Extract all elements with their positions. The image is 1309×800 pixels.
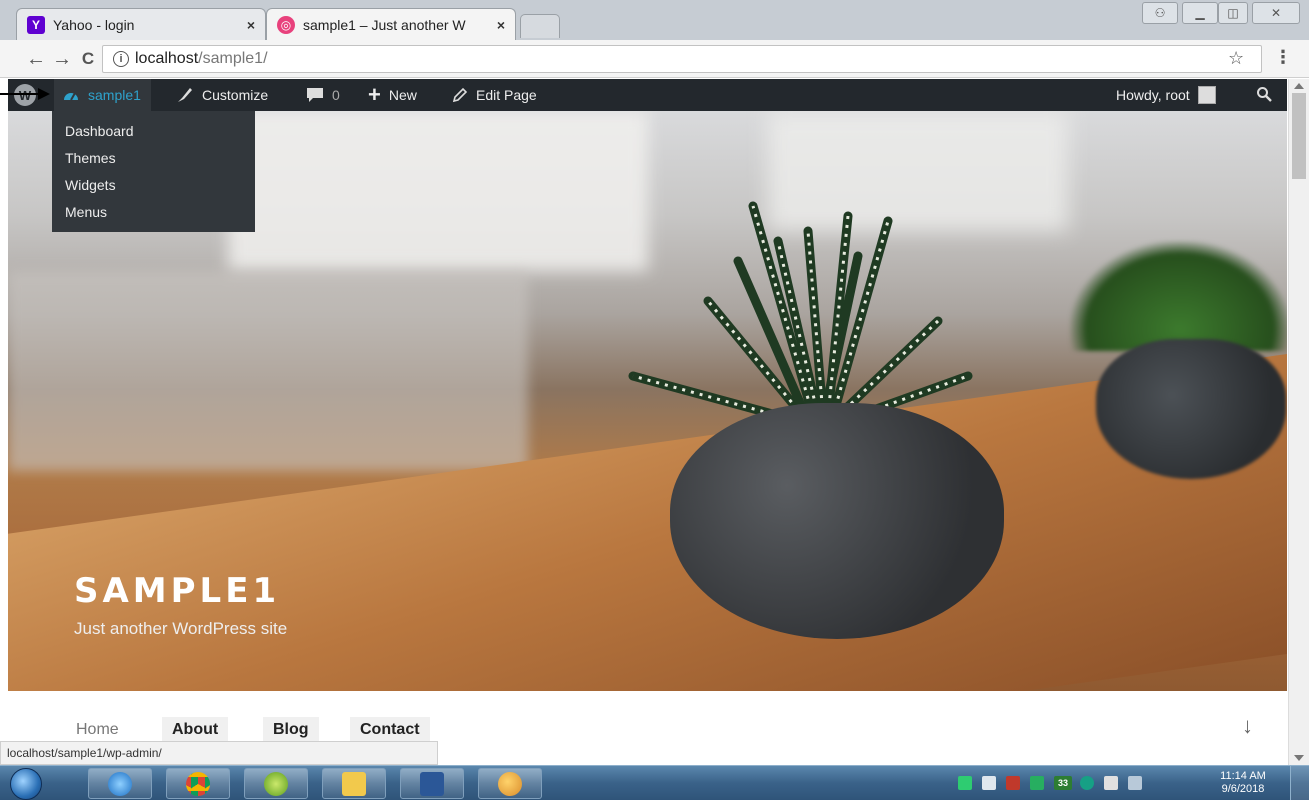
paintbrush-icon — [176, 87, 194, 103]
show-desktop-button[interactable] — [1290, 766, 1309, 800]
annotation-arrow-head — [38, 88, 50, 100]
site-navigation: Home About Blog Contact ↓ — [8, 691, 1287, 743]
yahoo-icon: Y — [27, 15, 45, 34]
browser-toolbar: ← → C i localhost /sample1/ ☆ ⋮ — [0, 40, 1309, 78]
comments-count: 0 — [332, 87, 340, 103]
new-label: New — [388, 87, 417, 103]
close-window-button[interactable]: ✕ — [1252, 2, 1300, 24]
tab-strip: Y Yahoo - login × ◎ sample1 – Just anoth… — [0, 0, 1309, 40]
howdy-label: Howdy, root — [1116, 87, 1190, 103]
chrome-icon — [186, 771, 210, 796]
folder-icon — [342, 771, 366, 796]
tab-title: sample1 – Just another W — [303, 16, 466, 33]
taskbar-app-green[interactable] — [244, 768, 308, 799]
system-clock[interactable]: 11:14 AM 9/6/2018 — [1208, 770, 1278, 796]
nav-item-home[interactable]: Home — [66, 717, 129, 743]
nav-item-about[interactable]: About — [162, 717, 229, 743]
dashboard-gauge-icon — [62, 88, 80, 102]
wordpress-site-icon: ◎ — [277, 15, 295, 34]
nav-item-contact[interactable]: Contact — [350, 717, 430, 743]
tray-counter-badge[interactable]: 33 — [1054, 776, 1072, 790]
page-scrollbar[interactable] — [1288, 79, 1309, 765]
tab-title: Yahoo - login — [53, 16, 135, 33]
maximize-button[interactable]: ◫ — [1218, 2, 1248, 24]
customize-label: Customize — [202, 87, 269, 103]
address-path: /sample1/ — [198, 50, 268, 67]
windows-taskbar: 33 11:14 AM 9/6/2018 — [0, 765, 1309, 800]
clock-time: 11:14 AM — [1220, 770, 1266, 782]
dropdown-item-widgets[interactable]: Widgets — [52, 173, 255, 200]
address-host: localhost — [135, 50, 199, 67]
app-green-icon — [264, 771, 288, 796]
wp-admin-bar: W sample1 Customize 0 + New Edit Page Ho… — [8, 79, 1287, 111]
new-content-menu[interactable]: + New — [368, 79, 417, 111]
word-document-icon — [420, 771, 444, 796]
tab-yahoo-login[interactable]: Y Yahoo - login × — [16, 8, 266, 40]
site-name-label: sample1 — [88, 87, 141, 103]
nav-item-blog[interactable]: Blog — [263, 717, 319, 743]
internet-explorer-icon — [108, 771, 132, 796]
pencil-icon — [452, 87, 468, 103]
clock-date: 9/6/2018 — [1221, 783, 1265, 795]
site-title[interactable]: SAMPLE1 — [74, 571, 280, 611]
admin-search-button[interactable] — [1256, 79, 1272, 111]
paint-palette-icon — [498, 771, 522, 796]
taskbar-paint[interactable] — [478, 768, 542, 799]
reload-button[interactable]: C — [76, 47, 100, 71]
user-profile-button[interactable]: ⚇ — [1142, 2, 1178, 24]
customize-link[interactable]: Customize — [176, 79, 268, 111]
scrollbar-thumb[interactable] — [1292, 93, 1306, 179]
taskbar-file-explorer[interactable] — [322, 768, 386, 799]
tab-sample1[interactable]: ◎ sample1 – Just another W × — [266, 8, 516, 40]
site-name-dropdown: Dashboard Themes Widgets Menus — [52, 111, 255, 232]
address-bar[interactable]: i localhost /sample1/ — [102, 45, 1262, 73]
dropdown-item-menus[interactable]: Menus — [52, 200, 255, 227]
dropdown-item-dashboard[interactable]: Dashboard — [52, 119, 255, 146]
taskbar-internet-explorer[interactable] — [88, 768, 152, 799]
tab-close-icon[interactable]: × — [497, 17, 505, 33]
annotation-arrow-line — [0, 93, 40, 95]
site-tagline: Just another WordPress site — [74, 619, 288, 638]
back-button[interactable]: ← — [24, 47, 48, 71]
tray-volume-icon[interactable] — [1128, 776, 1142, 790]
taskbar-word[interactable] — [400, 768, 464, 799]
edit-page-link[interactable]: Edit Page — [452, 79, 537, 111]
browser-menu-icon[interactable]: ⋮ — [1274, 47, 1292, 68]
scroll-down-arrow-icon[interactable]: ↓ — [1242, 713, 1253, 739]
status-bar-url: localhost/sample1/wp-admin/ — [0, 741, 438, 765]
comments-link[interactable]: 0 — [306, 79, 340, 111]
minimize-button[interactable]: ▁ — [1182, 2, 1218, 24]
search-icon — [1256, 86, 1272, 105]
tray-app-icon[interactable] — [1030, 776, 1044, 790]
tab-close-icon[interactable]: × — [247, 17, 255, 33]
tray-app-icon[interactable] — [1006, 776, 1020, 790]
forward-button[interactable]: → — [50, 47, 74, 71]
avatar — [1197, 86, 1216, 104]
scroll-up-arrow-icon[interactable] — [1294, 83, 1304, 89]
bookmark-star-icon[interactable]: ☆ — [1228, 48, 1244, 69]
plus-icon: + — [368, 82, 381, 107]
my-account-menu[interactable]: Howdy, root — [1116, 79, 1216, 111]
new-tab-button[interactable] — [520, 14, 560, 38]
browser-chrome: Y Yahoo - login × ◎ sample1 – Just anoth… — [0, 0, 1309, 78]
tray-sync-icon[interactable] — [1080, 776, 1094, 790]
tray-app-icon[interactable] — [1104, 776, 1118, 790]
taskbar-chrome[interactable] — [166, 768, 230, 799]
wordpress-logo-icon: W — [14, 84, 36, 106]
comment-bubble-icon — [306, 87, 324, 103]
scroll-down-arrow-icon[interactable] — [1294, 755, 1304, 761]
edit-page-label: Edit Page — [476, 87, 537, 103]
site-info-icon[interactable]: i — [113, 51, 129, 67]
tray-network-icon[interactable] — [958, 776, 972, 790]
dark-ceramic-pot — [670, 403, 1004, 639]
tray-flag-icon[interactable] — [982, 776, 996, 790]
dropdown-item-themes[interactable]: Themes — [52, 146, 255, 173]
start-button[interactable] — [10, 768, 42, 800]
site-name-menu[interactable]: sample1 — [54, 79, 151, 111]
